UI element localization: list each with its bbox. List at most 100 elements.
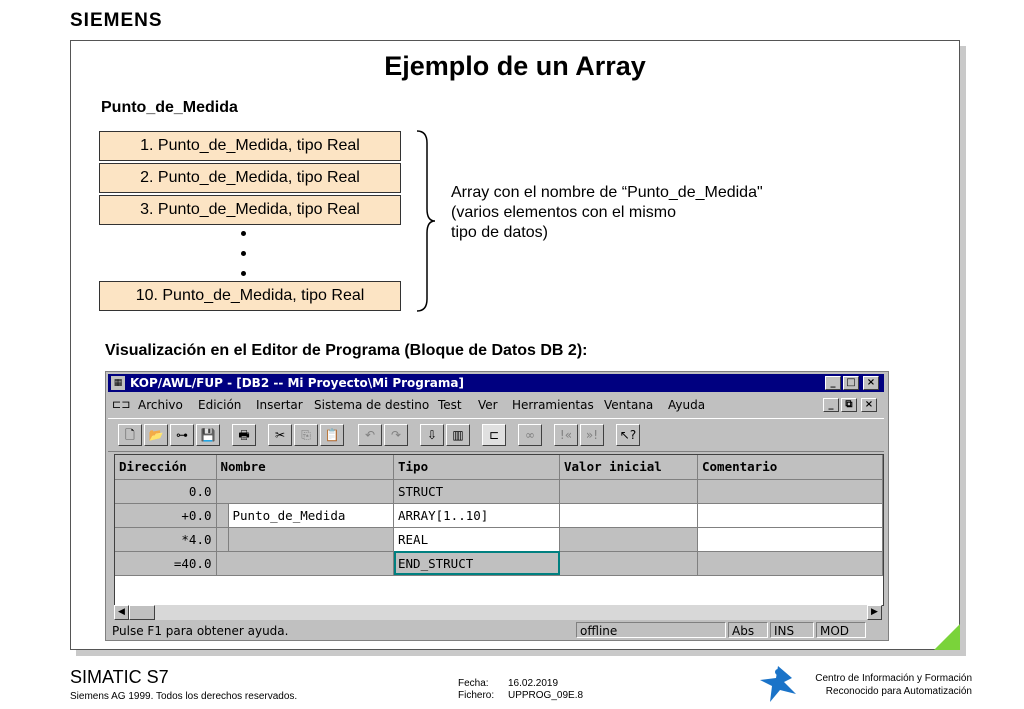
cell-address[interactable]: =40.0	[115, 551, 217, 576]
cut-icon[interactable]: ✂	[268, 424, 292, 446]
data-table: Dirección Nombre Tipo Valor inicial Come…	[114, 454, 884, 606]
cell-comment[interactable]	[697, 527, 883, 552]
cell-indent	[216, 503, 229, 528]
overview-icon[interactable]: ⊏	[482, 424, 506, 446]
description-line: (varios elementos con el mismo	[451, 204, 676, 221]
corner-fold	[934, 624, 960, 650]
cell-address[interactable]: *4.0	[115, 527, 217, 552]
table-row: 0.0 STRUCT	[115, 479, 883, 504]
maximize-button[interactable]: □	[843, 376, 859, 390]
cell-name[interactable]	[216, 479, 394, 504]
brace-icon	[416, 130, 436, 312]
ellipsis-dot	[241, 271, 246, 276]
array-description: Array con el nombre de “Punto_de_Medida"…	[451, 183, 831, 243]
array-label: Punto_de_Medida	[101, 99, 238, 116]
menu-archivo[interactable]: Archivo	[138, 395, 183, 415]
glasses-icon[interactable]: ∞	[518, 424, 542, 446]
horizontal-scrollbar[interactable]: ◀ ▶	[114, 605, 882, 620]
header-comentario[interactable]: Comentario	[697, 455, 883, 480]
next-network-icon[interactable]: »!	[580, 424, 604, 446]
status-ins: INS	[770, 622, 814, 638]
menu-herramientas[interactable]: Herramientas	[512, 395, 594, 415]
menu-ver[interactable]: Ver	[478, 395, 498, 415]
app-icon[interactable]: ▦	[111, 376, 125, 390]
header-tipo[interactable]: Tipo	[393, 455, 560, 480]
menu-insertar[interactable]: Insertar	[256, 395, 303, 415]
paste-icon[interactable]: 📋	[320, 424, 344, 446]
menu-ventana[interactable]: Ventana	[604, 395, 653, 415]
header-valor-inicial[interactable]: Valor inicial	[559, 455, 698, 480]
array-element-1: 1. Punto_de_Medida, tipo Real	[99, 131, 401, 161]
slide-frame: Ejemplo de un Array Punto_de_Medida 1. P…	[70, 40, 960, 650]
accessible-nodes-icon[interactable]: ⊶	[170, 424, 194, 446]
menu-sistema-destino[interactable]: Sistema de destino	[314, 395, 429, 415]
status-mode: offline	[576, 622, 726, 638]
cell-name[interactable]: Punto_de_Medida	[228, 503, 394, 528]
cell-type[interactable]: STRUCT	[393, 479, 560, 504]
close-button[interactable]: ×	[863, 376, 879, 390]
siemens-logo: SIEMENS	[70, 10, 163, 31]
cell-comment[interactable]	[697, 503, 883, 528]
status-bar: Pulse F1 para obtener ayuda. offline Abs…	[108, 622, 884, 638]
scroll-thumb[interactable]	[129, 605, 155, 620]
open-icon[interactable]: 📂	[144, 424, 168, 446]
help-pointer-icon[interactable]: ↖?	[616, 424, 640, 446]
new-icon[interactable]: 🗋	[118, 424, 142, 446]
redo-icon[interactable]: ↷	[384, 424, 408, 446]
cell-name[interactable]	[216, 551, 394, 576]
training-center: Centro de Información y Formación Recono…	[760, 672, 972, 698]
toolbar: 🗋 📂 ⊶ 💾 🖶 ✂ ⎘ 📋 ↶ ↷ ⇩ ▥ ⊏ ∞ !« »! ↖?	[108, 418, 884, 452]
description-line: Array con el nombre de “Punto_de_Medida"	[451, 184, 763, 201]
status-help: Pulse F1 para obtener ayuda.	[112, 624, 289, 638]
menu-ayuda[interactable]: Ayuda	[668, 395, 705, 415]
previous-network-icon[interactable]: !«	[554, 424, 578, 446]
scroll-right-icon[interactable]: ▶	[867, 605, 882, 620]
menu-test[interactable]: Test	[438, 395, 462, 415]
scroll-left-icon[interactable]: ◀	[114, 605, 129, 620]
doc-close-button[interactable]: ×	[861, 398, 877, 412]
table-row: *4.0 REAL	[115, 527, 883, 552]
cell-initial[interactable]	[559, 551, 698, 576]
cell-initial[interactable]	[559, 527, 698, 552]
cell-indent	[216, 527, 229, 552]
cell-address[interactable]: +0.0	[115, 503, 217, 528]
cell-address[interactable]: 0.0	[115, 479, 217, 504]
window-titlebar[interactable]: ▦ KOP/AWL/FUP - [DB2 -- Mi Proyecto\Mi P…	[108, 374, 884, 392]
minimize-button[interactable]: _	[825, 376, 841, 390]
header-nombre[interactable]: Nombre	[216, 455, 394, 480]
cell-comment[interactable]	[697, 479, 883, 504]
table-row: +0.0 Punto_de_Medida ARRAY[1..10]	[115, 503, 883, 528]
copy-icon[interactable]: ⎘	[294, 424, 318, 446]
menu-edicion[interactable]: Edición	[198, 395, 241, 415]
ellipsis-dot	[241, 251, 246, 256]
product-name: SIMATIC S7	[70, 667, 169, 687]
undo-icon[interactable]: ↶	[358, 424, 382, 446]
fecha-label: Fecha:	[458, 678, 489, 689]
center-line-2: Reconocido para Automatización	[825, 686, 972, 697]
description-line: tipo de datos)	[451, 224, 548, 241]
window-title: KOP/AWL/FUP - [DB2 -- Mi Proyecto\Mi Pro…	[130, 376, 464, 390]
print-icon[interactable]: 🖶	[232, 424, 256, 446]
document-menu-icon[interactable]: ⊏⊐	[112, 395, 130, 415]
table-header-row: Dirección Nombre Tipo Valor inicial Come…	[115, 455, 883, 480]
cell-initial[interactable]	[559, 503, 698, 528]
file-info: Fecha: 16.02.2019 Fichero: UPPROG_09E.8	[458, 678, 583, 702]
doc-minimize-button[interactable]: _	[823, 398, 839, 412]
cell-initial[interactable]	[559, 479, 698, 504]
download-icon[interactable]: ⇩	[420, 424, 444, 446]
cell-type[interactable]: ARRAY[1..10]	[393, 503, 560, 528]
cell-comment[interactable]	[697, 551, 883, 576]
status-mod: MOD	[816, 622, 866, 638]
save-icon[interactable]: 💾	[196, 424, 220, 446]
fecha-value: 16.02.2019	[508, 678, 559, 689]
doc-restore-button[interactable]: ⧉	[841, 398, 857, 412]
ellipsis-dot	[241, 231, 246, 236]
cell-name[interactable]	[228, 527, 394, 552]
header-direccion[interactable]: Dirección	[115, 455, 217, 480]
cell-type[interactable]: REAL	[393, 527, 560, 552]
array-element-3: 3. Punto_de_Medida, tipo Real	[99, 195, 401, 225]
status-abs: Abs	[728, 622, 768, 638]
center-line-1: Centro de Información y Formación	[815, 673, 972, 684]
monitor-icon[interactable]: ▥	[446, 424, 470, 446]
cell-type-selected[interactable]: END_STRUCT	[393, 551, 560, 576]
